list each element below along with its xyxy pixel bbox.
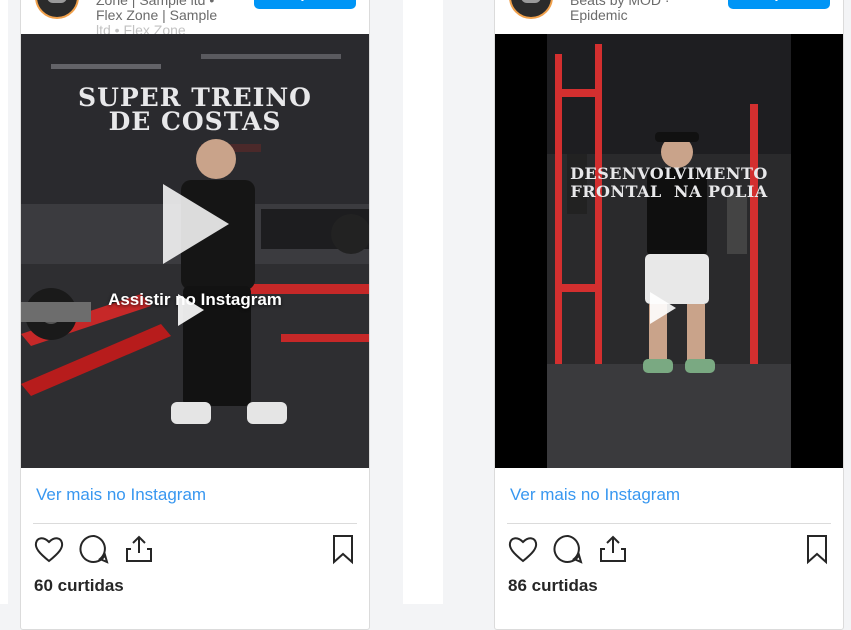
divider [33, 523, 357, 524]
post-header: Beats by MOD · Epidemic Ver perfil [495, 0, 843, 34]
account-info[interactable]: Zone | Sample ltd • Flex Zone | Sample l… [96, 0, 246, 38]
likes-count[interactable]: 60 curtidas [34, 576, 124, 596]
avatar[interactable] [35, 0, 79, 19]
post-header: Zone | Sample ltd • Flex Zone | Sample l… [21, 0, 369, 38]
play-icon [178, 294, 204, 326]
heart-icon[interactable] [507, 533, 539, 565]
video-thumbnail[interactable]: DESENVOLVIMENTO FRONTAL NA POLIA [495, 34, 843, 468]
comment-icon[interactable] [552, 533, 584, 565]
overlay-title-line: DE COSTAS [108, 107, 282, 136]
overlay-title-line: FRONTAL NA POLIA [570, 182, 768, 201]
share-icon[interactable] [597, 533, 629, 565]
share-icon[interactable] [123, 533, 155, 565]
video-overlay-title: DESENVOLVIMENTO FRONTAL NA POLIA [495, 165, 843, 201]
account-line: Zone | Sample ltd • [96, 0, 215, 8]
bookmark-icon[interactable] [801, 533, 833, 565]
account-line: Epidemic [570, 8, 628, 23]
comment-icon[interactable] [78, 533, 110, 565]
gym-scene [495, 34, 843, 468]
play-icon[interactable] [163, 184, 229, 264]
view-profile-button[interactable]: Ver perfil [728, 0, 830, 9]
page-middle-gutter [403, 0, 443, 604]
bookmark-icon[interactable] [327, 533, 359, 565]
likes-count[interactable]: 86 curtidas [508, 576, 598, 596]
play-icon[interactable] [650, 292, 676, 324]
view-profile-button[interactable]: Ver perfil [254, 0, 356, 9]
account-line: Flex Zone | Sample [96, 8, 218, 23]
account-line: Beats by MOD · [570, 0, 670, 8]
instagram-embed-card: Zone | Sample ltd • Flex Zone | Sample l… [20, 0, 370, 630]
video-thumbnail[interactable]: SUPER TREINO DE COSTAS Assistir no Insta… [21, 34, 369, 468]
video-overlay-title: SUPER TREINO DE COSTAS [21, 85, 369, 136]
page-left-margin [0, 0, 8, 604]
account-info[interactable]: Beats by MOD · Epidemic [570, 0, 720, 23]
overlay-title-line: DESENVOLVIMENTO [570, 164, 768, 183]
divider [507, 523, 831, 524]
see-more-link[interactable]: Ver mais no Instagram [36, 485, 206, 505]
see-more-link[interactable]: Ver mais no Instagram [510, 485, 680, 505]
heart-icon[interactable] [33, 533, 65, 565]
instagram-embed-card: Beats by MOD · Epidemic Ver perfil [494, 0, 844, 630]
avatar[interactable] [509, 0, 553, 19]
